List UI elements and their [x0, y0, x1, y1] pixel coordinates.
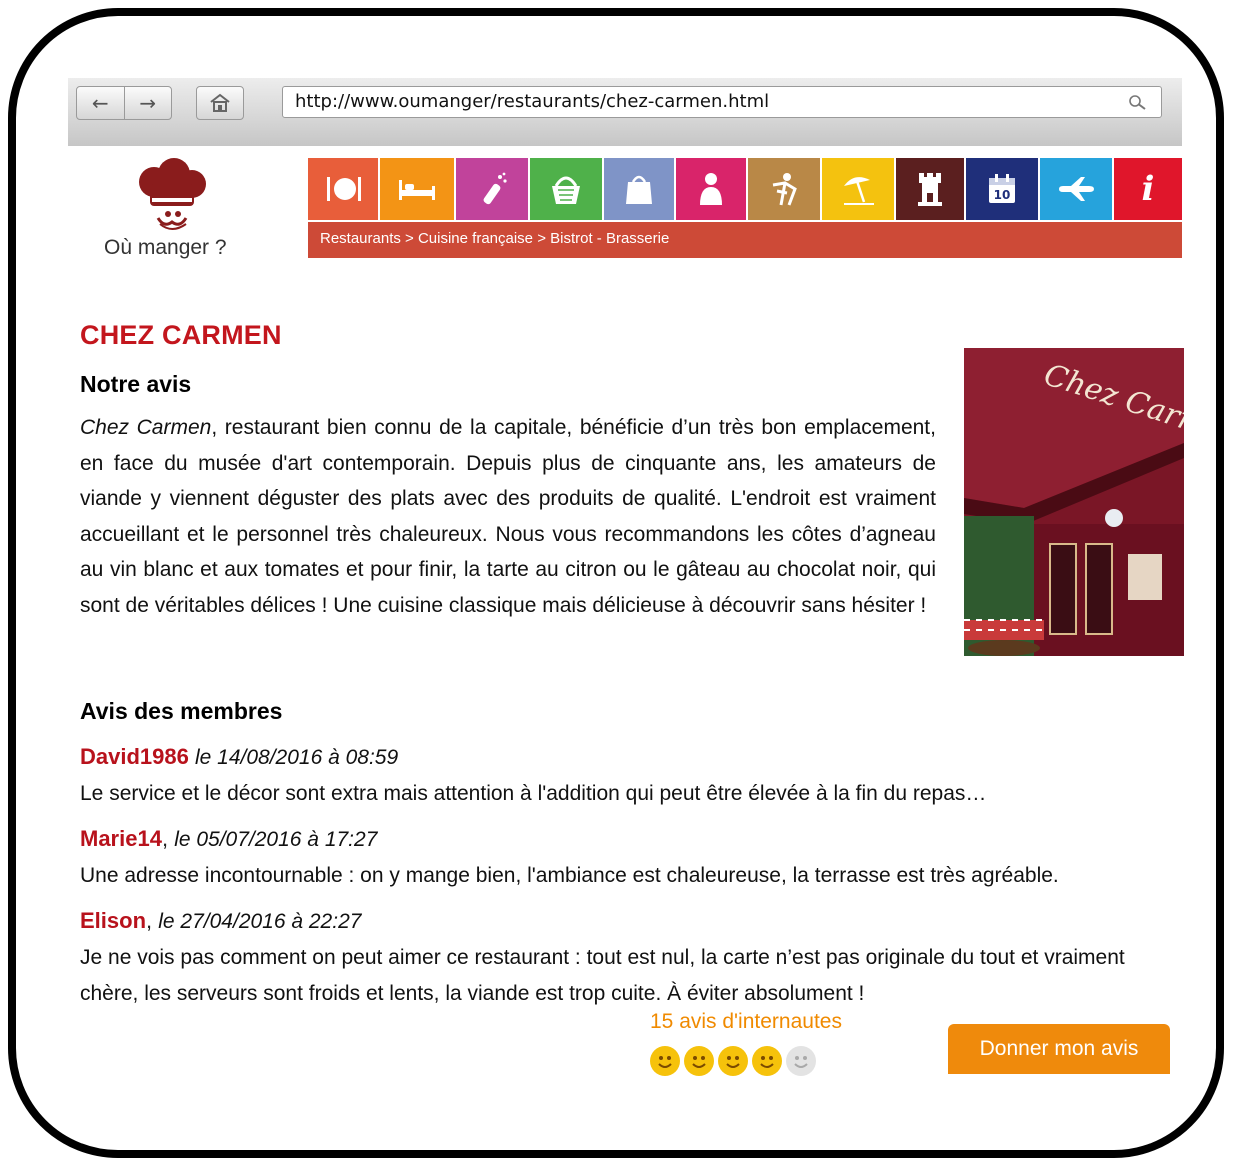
- category-travel[interactable]: [1040, 158, 1114, 220]
- bed-icon: [399, 180, 435, 200]
- rating-count[interactable]: 15 avis d'internautes: [650, 1010, 842, 1034]
- category-beauty[interactable]: [676, 158, 748, 220]
- restaurant-facade-image: Chez Carmen: [964, 348, 1184, 656]
- plate-cutlery-icon: [327, 177, 361, 201]
- address-bar[interactable]: http://www.oumanger/restaurants/chez-car…: [282, 86, 1162, 118]
- member-date: le 27/04/2016 à 22:27: [158, 910, 362, 933]
- member-name[interactable]: David1986: [80, 744, 189, 769]
- smiley-icon: [650, 1046, 680, 1076]
- calendar-icon: 10: [989, 174, 1015, 203]
- member-name[interactable]: Marie14: [80, 826, 162, 851]
- member-date: le 05/07/2016 à 17:27: [174, 828, 378, 851]
- smiley-icon: [752, 1046, 782, 1076]
- category-market[interactable]: [530, 158, 604, 220]
- our-review-italic: Chez Carmen: [80, 416, 212, 439]
- member-review-header: David1986 le 14/08/2016 à 08:59: [80, 744, 398, 770]
- back-arrow-icon: ←: [91, 91, 109, 115]
- site-logo[interactable]: Où manger ?: [90, 158, 270, 266]
- our-review-heading: Notre avis: [80, 371, 192, 397]
- members-heading: Avis des membres: [80, 698, 283, 724]
- member-review-header: Elison, le 27/04/2016 à 22:27: [80, 908, 361, 934]
- category-bar: 10 i: [308, 158, 1182, 220]
- smiley-icon: [684, 1046, 714, 1076]
- url-text: http://www.oumanger/restaurants/chez-car…: [295, 91, 770, 112]
- chef-hat-icon: [139, 158, 206, 230]
- member-date: le 14/08/2016 à 08:59: [194, 746, 399, 769]
- home-icon: [210, 93, 230, 112]
- basket-icon: [552, 176, 580, 204]
- champagne-icon: [483, 172, 507, 205]
- category-beach[interactable]: [822, 158, 896, 220]
- member-separator: ,: [161, 826, 175, 851]
- browser-toolbar: ← → http://www.oumanger/restaurants/chez…: [68, 78, 1182, 146]
- info-icon: i: [1141, 169, 1155, 209]
- castle-tower-icon: [918, 173, 942, 206]
- smiley-icon: [786, 1046, 816, 1076]
- page-title: CHEZ CARMEN: [80, 320, 282, 350]
- smiley-icon: [718, 1046, 748, 1076]
- nav-button-group: ← →: [76, 86, 172, 120]
- category-shopping[interactable]: [604, 158, 676, 220]
- member-review-header: Marie14, le 05/07/2016 à 17:27: [80, 826, 377, 852]
- category-culture[interactable]: [748, 158, 822, 220]
- give-review-button[interactable]: Donner mon avis: [948, 1024, 1170, 1074]
- member-separator: ,: [146, 908, 159, 933]
- category-restaurants[interactable]: [308, 158, 380, 220]
- our-review-text: Chez Carmen, restaurant bien connu de la…: [80, 410, 936, 623]
- category-info[interactable]: i: [1114, 158, 1182, 220]
- beach-umbrella-icon: [844, 177, 874, 205]
- search-icon[interactable]: [1127, 94, 1147, 112]
- rating-smileys: [650, 1046, 816, 1076]
- category-monuments[interactable]: [896, 158, 966, 220]
- forward-arrow-icon: →: [139, 91, 157, 115]
- breadcrumb-text[interactable]: Restaurants > Cuisine française > Bistro…: [320, 230, 669, 247]
- member-review-text: Je ne vois pas comment on peut aimer ce …: [80, 946, 1125, 1005]
- logo-text: Où manger ?: [104, 236, 227, 259]
- member-name[interactable]: Elison: [80, 908, 146, 933]
- category-nightlife[interactable]: [456, 158, 530, 220]
- category-hotels[interactable]: [380, 158, 456, 220]
- home-button[interactable]: [196, 86, 244, 120]
- forward-button[interactable]: →: [123, 87, 172, 119]
- gesture-icon: [772, 173, 797, 206]
- restaurant-photo: Chez Carmen: [964, 348, 1184, 656]
- member-review-text: Le service et le décor sont extra mais a…: [80, 782, 987, 805]
- calendar-day: 10: [994, 188, 1011, 202]
- member-review-text: Une adresse incontournable : on y mange …: [80, 864, 1059, 887]
- category-events[interactable]: 10: [966, 158, 1040, 220]
- back-button[interactable]: ←: [77, 87, 124, 119]
- breadcrumb: Restaurants > Cuisine française > Bistro…: [308, 222, 1182, 258]
- shopping-bag-icon: [626, 175, 652, 204]
- person-icon: [700, 173, 722, 205]
- our-review-body: , restaurant bien connu de la capitale, …: [80, 416, 936, 617]
- airplane-icon: [1059, 177, 1094, 201]
